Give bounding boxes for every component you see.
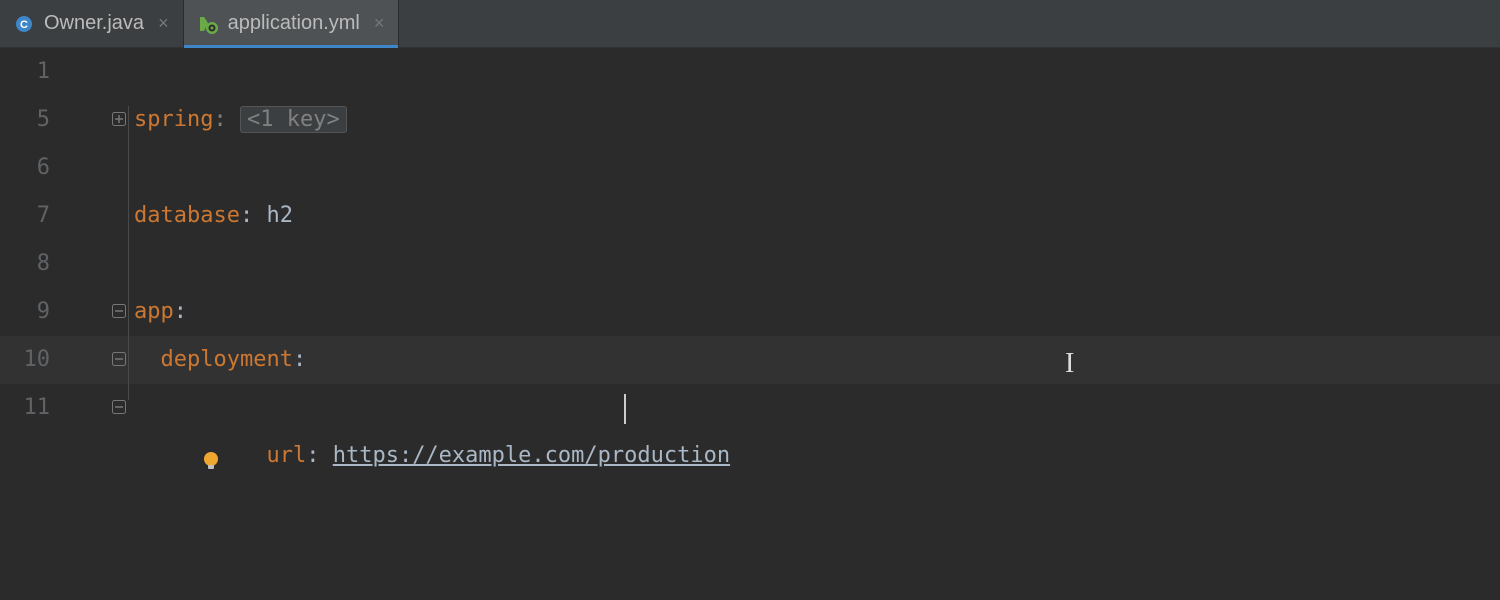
fold-expand-icon[interactable] xyxy=(110,110,128,128)
line-number: 7 xyxy=(0,192,50,240)
fold-collapse-icon[interactable] xyxy=(110,302,128,320)
editor-area[interactable]: 1 5 6 7 8 9 10 11 spring: <1 key> databa… xyxy=(0,48,1500,600)
code-line[interactable] xyxy=(134,240,1500,288)
indent-guide xyxy=(128,106,129,400)
line-number: 10 xyxy=(0,336,50,384)
line-number: 5 xyxy=(0,96,50,144)
yaml-icon xyxy=(198,14,218,34)
code-line[interactable]: url: https://example.com/production xyxy=(134,384,1500,432)
yaml-key: deployment xyxy=(161,347,293,372)
code-line[interactable]: app: xyxy=(134,288,1500,336)
code-line[interactable] xyxy=(134,144,1500,192)
text-caret xyxy=(624,394,626,424)
code-line[interactable]: spring: <1 key> xyxy=(134,96,1500,144)
yaml-key: url xyxy=(266,443,306,468)
colon: : xyxy=(306,443,333,468)
line-number: 9 xyxy=(0,288,50,336)
code-line[interactable]: deployment: xyxy=(134,336,1500,384)
mouse-cursor-ibeam: I xyxy=(1065,348,1074,380)
colon: : xyxy=(213,107,240,132)
colon: : xyxy=(174,299,187,324)
code-content: spring: <1 key> database: h2 app: deploy… xyxy=(134,96,1500,480)
bulb-icon[interactable] xyxy=(94,394,118,418)
yaml-value: h2 xyxy=(253,203,293,228)
line-number: 1 xyxy=(0,48,50,96)
svg-text:C: C xyxy=(20,19,28,31)
class-icon: C xyxy=(14,14,34,34)
close-icon[interactable]: × xyxy=(374,13,385,34)
yaml-key: app xyxy=(134,299,174,324)
folded-region[interactable]: <1 key> xyxy=(240,106,347,133)
line-number: 6 xyxy=(0,144,50,192)
colon: : xyxy=(240,203,253,228)
tab-label: Owner.java xyxy=(44,12,144,35)
yaml-value-url[interactable]: https://example.com/production xyxy=(333,443,730,468)
tab-application-yml[interactable]: application.yml × xyxy=(184,0,400,47)
colon: : xyxy=(293,347,306,372)
editor-tabs: C Owner.java × application.yml × xyxy=(0,0,1500,48)
tab-owner-java[interactable]: C Owner.java × xyxy=(0,0,184,47)
fold-collapse-icon[interactable] xyxy=(110,350,128,368)
line-number: 8 xyxy=(0,240,50,288)
yaml-key: spring xyxy=(134,107,213,132)
close-icon[interactable]: × xyxy=(158,13,169,34)
yaml-key: database xyxy=(134,203,240,228)
line-number: 11 xyxy=(0,384,50,432)
code-line[interactable]: database: h2 xyxy=(134,192,1500,240)
tab-label: application.yml xyxy=(228,12,360,35)
